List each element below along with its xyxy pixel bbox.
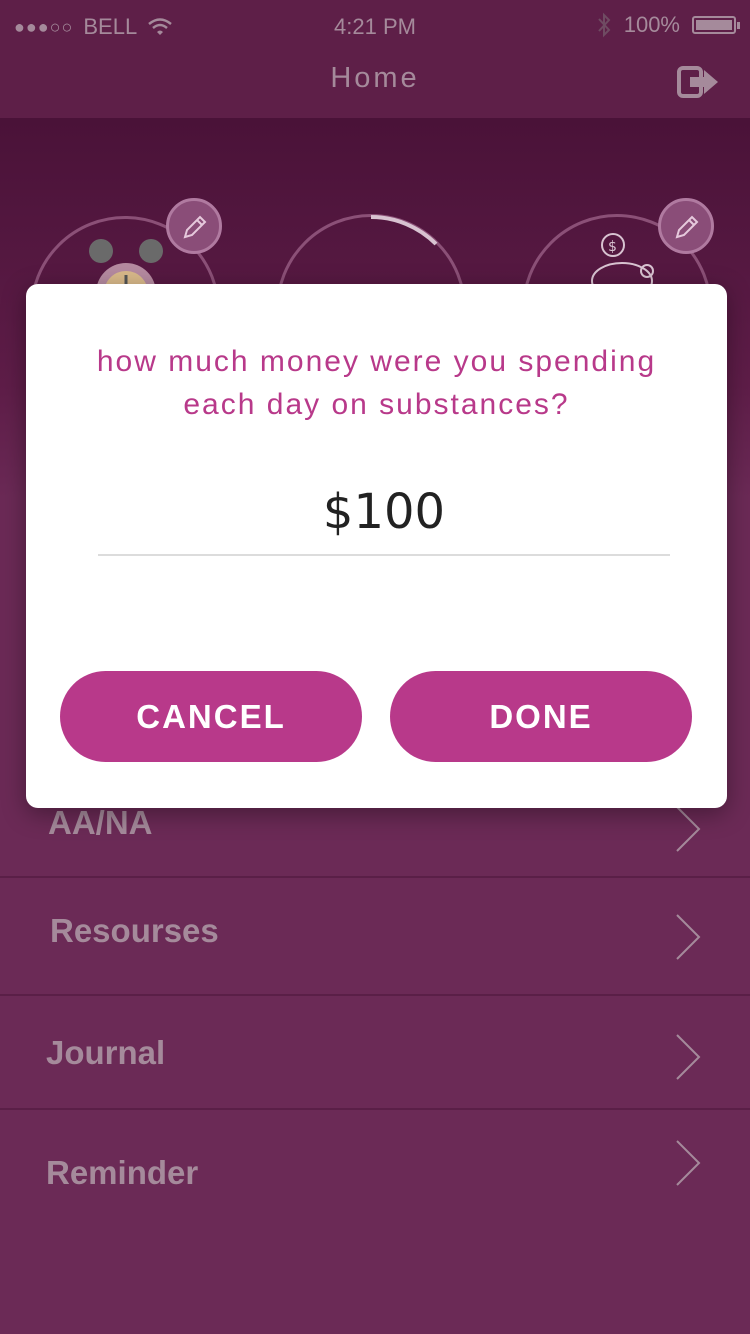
- top-bar: ●●●○○ BELL 4:21 PM 100% Home: [0, 0, 750, 118]
- menu-item-reminder[interactable]: Reminder: [0, 1110, 750, 1228]
- amount-input[interactable]: [98, 480, 670, 544]
- cancel-button[interactable]: CANCEL: [60, 671, 362, 762]
- amount-field[interactable]: [98, 480, 670, 556]
- menu-list: AA/NA Resourses Journal Reminder: [0, 760, 750, 1228]
- menu-item-label: AA/NA: [48, 804, 153, 841]
- edit-sober-date-button[interactable]: [166, 198, 222, 254]
- battery-percent: 100%: [623, 12, 680, 37]
- status-bar: ●●●○○ BELL 4:21 PM 100%: [0, 10, 750, 42]
- svg-text:$: $: [608, 239, 617, 255]
- bluetooth-icon: [597, 12, 611, 38]
- dialog-question: how much money were you spending each da…: [96, 345, 657, 421]
- chevron-right-icon: [676, 914, 701, 960]
- menu-item-journal[interactable]: Journal: [0, 996, 750, 1110]
- home-screen: ●●●○○ BELL 4:21 PM 100% Home $ AA/NA Res…: [0, 0, 750, 1334]
- pencil-icon: [675, 215, 699, 239]
- menu-item-label: Reminder: [46, 1154, 199, 1191]
- chevron-right-icon: [676, 1034, 701, 1080]
- menu-item-label: Resourses: [50, 912, 219, 949]
- menu-item-resources[interactable]: Resourses: [0, 878, 750, 996]
- pencil-icon: [183, 215, 207, 239]
- battery-icon: [692, 16, 740, 34]
- status-right: 100%: [596, 12, 740, 38]
- done-button[interactable]: DONE: [390, 671, 692, 762]
- edit-money-button[interactable]: [658, 198, 714, 254]
- spending-dialog: how much money were you spending each da…: [26, 284, 727, 808]
- menu-item-label: Journal: [46, 1034, 166, 1071]
- chevron-right-icon: [676, 1140, 701, 1186]
- page-title: Home: [330, 62, 420, 94]
- logout-icon[interactable]: [676, 62, 720, 102]
- chevron-right-icon: [676, 806, 701, 852]
